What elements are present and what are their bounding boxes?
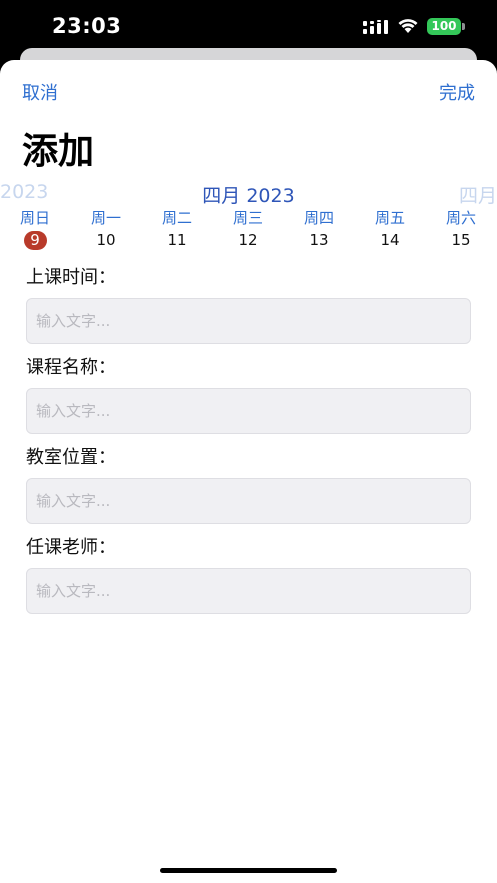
day-number: 15: [451, 231, 471, 249]
day-number: 14: [380, 231, 400, 249]
week-calendar[interactable]: 2023 四月 2023 四月 周日 周一 周二 周三 周四 周五 周六 9 1…: [0, 180, 497, 250]
wifi-icon: [397, 16, 419, 38]
day-cell[interactable]: 11: [147, 230, 207, 250]
weekday-label: 周六: [445, 209, 476, 227]
weekday-label: 周三: [232, 209, 263, 227]
course-name-input[interactable]: [26, 388, 471, 434]
classroom-input[interactable]: [26, 478, 471, 524]
day-cell-selected[interactable]: 9: [5, 230, 65, 250]
day-number: 9: [23, 231, 47, 250]
day-number: 10: [96, 231, 116, 249]
battery-indicator: 100: [427, 18, 461, 35]
weekday-label: 周日: [19, 209, 50, 227]
weekday-label: 周四: [303, 209, 334, 227]
current-month-label: 四月 2023: [202, 185, 295, 207]
teacher-input[interactable]: [26, 568, 471, 614]
add-course-sheet: 取消 完成 添加 2023 四月 2023 四月 周日 周一 周二 周三 周四 …: [0, 60, 497, 883]
classroom-label: 教室位置：: [26, 447, 116, 468]
status-bar: 23:03 100: [0, 0, 497, 50]
next-month-label: 四月: [458, 185, 497, 207]
course-name-label: 课程名称：: [26, 357, 116, 378]
done-button[interactable]: 完成: [439, 79, 475, 105]
cancel-button[interactable]: 取消: [22, 79, 58, 105]
weekday-label: 周一: [90, 209, 121, 227]
cellular-signal-icon: [363, 19, 389, 38]
battery-cap: [462, 23, 465, 30]
day-cell[interactable]: 14: [360, 230, 420, 250]
day-cell[interactable]: 13: [289, 230, 349, 250]
day-cell[interactable]: 10: [76, 230, 136, 250]
page-title: 添加: [22, 131, 95, 172]
class-time-label: 上课时间：: [26, 267, 116, 288]
course-form: 上课时间： 课程名称： 教室位置： 任课老师：: [26, 266, 471, 626]
home-indicator: [160, 868, 337, 873]
weekday-label: 周五: [374, 209, 405, 227]
class-time-input[interactable]: [26, 298, 471, 344]
day-number: 12: [238, 231, 258, 249]
day-number: 11: [167, 231, 187, 249]
day-cell[interactable]: 12: [218, 230, 278, 250]
teacher-label: 任课老师：: [26, 537, 116, 558]
day-cell[interactable]: 15: [431, 230, 491, 250]
weekday-label: 周二: [161, 209, 192, 227]
status-time: 23:03: [52, 14, 122, 38]
day-number: 13: [309, 231, 329, 249]
